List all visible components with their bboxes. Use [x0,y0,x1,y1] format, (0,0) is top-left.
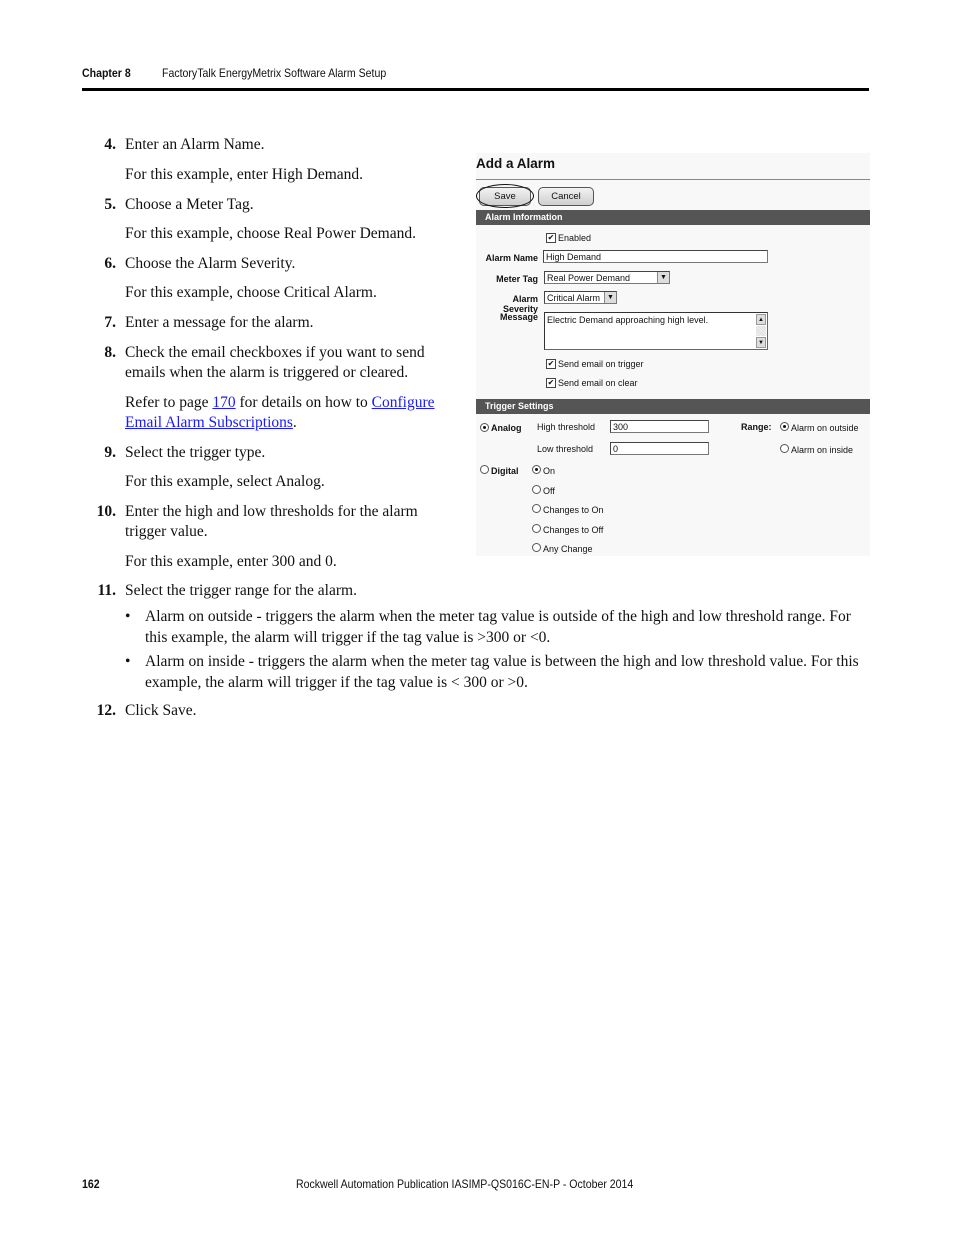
digital-option-label: On [543,466,556,476]
message-textarea[interactable]: Electric Demand approaching high level. … [544,312,768,350]
chapter-title: FactoryTalk EnergyMetrix Software Alarm … [162,66,387,80]
analog-radio[interactable] [480,423,489,432]
range-outside-label: Alarm on outside [791,423,859,433]
step-text: Enter a message for the alarm. [125,314,314,331]
step-text: Choose the Alarm Severity. [125,255,296,272]
digital-option-label: Changes to On [543,505,604,515]
step-number: 4. [104,136,116,153]
note-text: Refer to page [125,394,213,411]
bullet-text: Alarm on outside - triggers the alarm wh… [145,608,851,646]
header-rule [82,88,869,91]
form-title: Add a Alarm [476,156,556,171]
enabled-label: Enabled [558,233,592,243]
check-icon: ✔ [547,233,555,242]
bullet-text: Alarm on inside - triggers the alarm whe… [145,653,859,691]
scroll-down-icon[interactable]: ▼ [756,337,766,348]
digital-option-label: Any Change [543,544,593,554]
step-number: 8. [104,344,116,361]
check-icon: ✔ [547,378,555,387]
bullet-dot: • [125,608,131,625]
digital-option-label: Changes to Off [543,525,604,535]
note-text: for details on how to [235,394,372,411]
step-note: For this example, choose Critical Alarm. [125,284,377,301]
meter-tag-label: Meter Tag [496,274,538,284]
message-label: Message [499,312,538,322]
step-number: 9. [104,444,116,461]
digital-changes-to-off-radio[interactable] [532,524,541,533]
range-label: Range: [741,422,772,432]
step-text: Enter an Alarm Name. [125,136,265,153]
chevron-down-icon[interactable]: ▼ [604,292,616,303]
step-number: 6. [104,255,116,272]
step-note: For this example, enter High Demand. [125,166,364,183]
digital-option-label: Off [543,486,555,496]
step-note: For this example, enter 300 and 0. [125,553,337,570]
step-number: 12. [96,702,116,719]
high-threshold-label: High threshold [537,422,596,432]
scrollbar-track[interactable] [756,326,766,336]
email-on-trigger-label: Send email on trigger [558,359,644,369]
step-text: Enter the high and low thresholds for th… [125,503,418,540]
message-value: Electric Demand approaching high level. [547,315,709,325]
step-text: Choose a Meter Tag. [125,196,254,213]
meter-tag-value: Real Power Demand [547,273,631,283]
cancel-button[interactable]: Cancel [538,187,594,206]
check-icon: ✔ [547,359,555,368]
step-number: 5. [104,196,116,213]
add-alarm-screenshot: Add a Alarm Save Cancel Alarm Informatio… [476,153,870,556]
chapter-label: Chapter 8 [82,66,131,80]
alarm-name-label: Alarm Name [485,253,538,263]
publication-info: Rockwell Automation Publication IASIMP-Q… [296,1177,634,1191]
range-inside-label: Alarm on inside [791,445,854,455]
email-on-clear-label: Send email on clear [558,378,638,388]
digital-label: Digital [491,466,519,476]
save-highlight-callout [476,184,534,208]
title-divider [476,179,870,180]
step-number: 7. [104,314,116,331]
step-text: Check the email checkboxes if you want t… [125,344,425,381]
digital-on-radio[interactable] [532,465,541,474]
alarm-severity-value: Critical Alarm [547,293,601,303]
alarm-severity-label: Alarm Severity [502,294,538,314]
alarm-severity-select[interactable]: Critical Alarm ▼ [544,291,617,304]
email-on-clear-checkbox[interactable]: ✔ [546,378,556,388]
email-on-trigger-checkbox[interactable]: ✔ [546,359,556,369]
high-threshold-input[interactable]: 300 [610,420,709,433]
trigger-settings-header: Trigger Settings [476,399,870,414]
enabled-checkbox[interactable]: ✔ [546,233,556,243]
step-number: 10. [96,503,116,520]
chevron-down-icon[interactable]: ▼ [657,272,669,283]
step-text: Select the trigger range for the alarm. [125,582,357,599]
meter-tag-select[interactable]: Real Power Demand ▼ [544,271,670,284]
digital-any-change-radio[interactable] [532,543,541,552]
note-text: . [292,414,297,431]
step-note: For this example, choose Real Power Dema… [125,225,416,242]
step-number: 11. [97,582,116,599]
range-outside-radio[interactable] [780,422,789,431]
bullet-dot: • [125,653,131,670]
step-note: For this example, select Analog. [125,473,325,490]
alarm-information-header: Alarm Information [476,210,870,225]
page-170-link[interactable]: 170 [212,394,235,411]
step-text: Click Save. [125,702,197,719]
digital-off-radio[interactable] [532,485,541,494]
low-threshold-label: Low threshold [537,444,594,454]
range-inside-radio[interactable] [780,444,789,453]
low-threshold-input[interactable]: 0 [610,442,709,455]
step-text: Select the trigger type. [125,444,266,461]
alarm-name-input[interactable]: High Demand [543,250,768,263]
scroll-up-icon[interactable]: ▲ [756,314,766,325]
digital-radio[interactable] [480,465,489,474]
digital-changes-to-on-radio[interactable] [532,504,541,513]
analog-label: Analog [491,423,522,433]
step-note: Refer to page 170 for details on how to … [125,393,455,433]
page-number: 162 [82,1177,100,1191]
